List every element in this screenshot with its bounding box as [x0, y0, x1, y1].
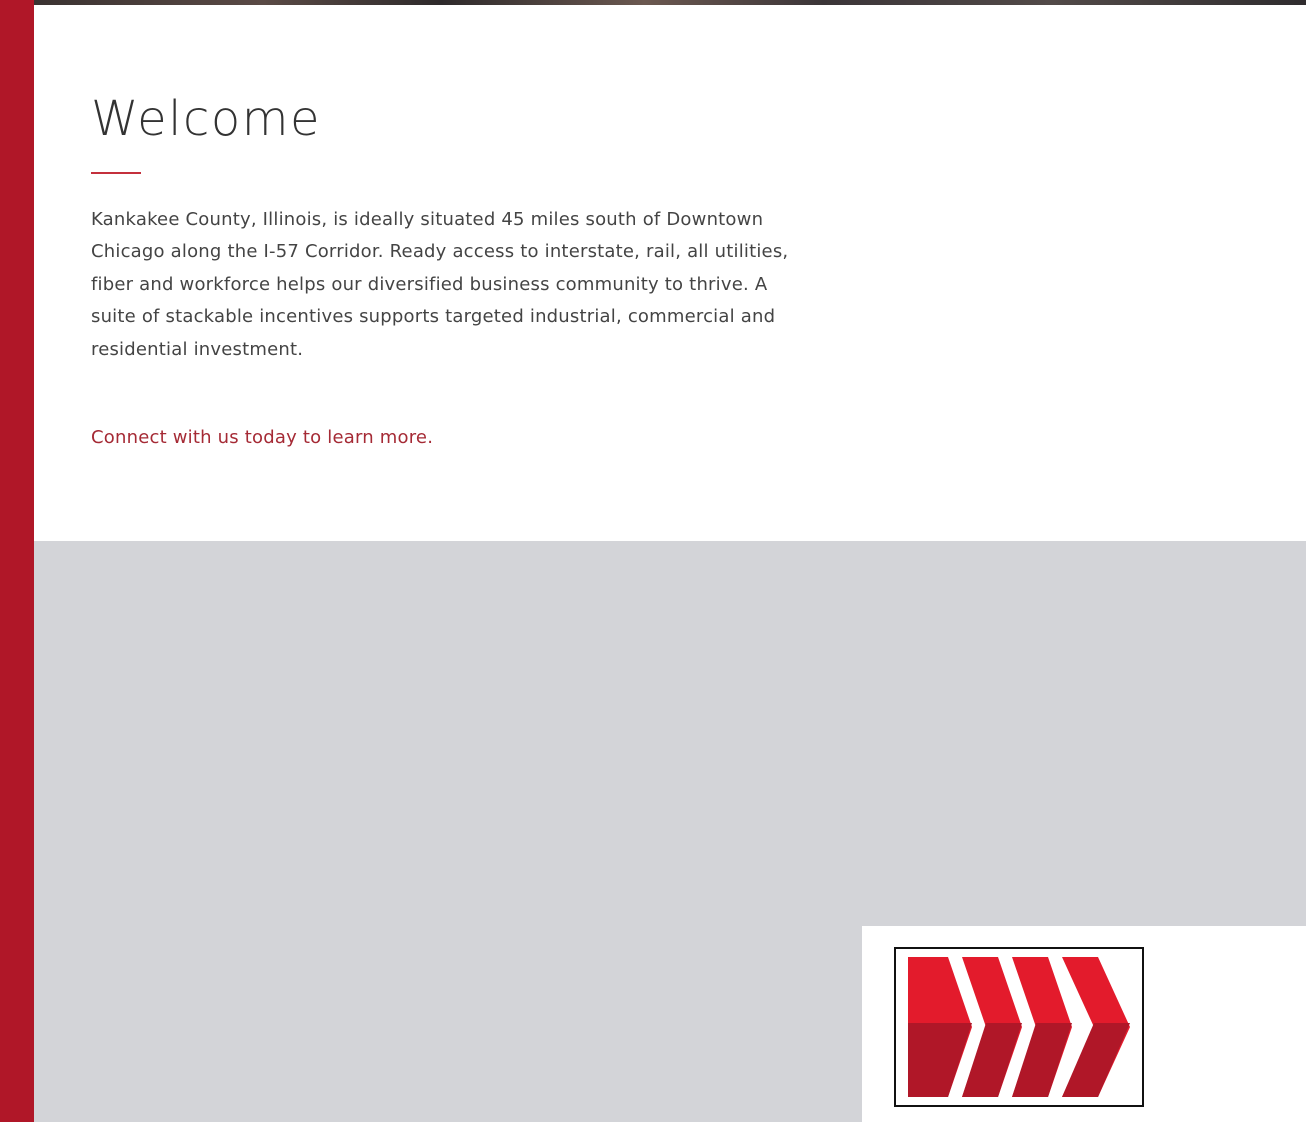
chevron-1-bottom	[908, 1023, 972, 1097]
chevron-2-bottom	[962, 1023, 1022, 1097]
chevron-4-bottom	[1062, 1023, 1130, 1097]
welcome-section: Welcome Kankakee County, Illinois, is id…	[34, 5, 1306, 541]
welcome-title: Welcome	[91, 91, 322, 147]
connect-link[interactable]: Connect with us today to learn more.	[91, 427, 433, 448]
page: Welcome Kankakee County, Illinois, is id…	[0, 0, 1306, 1122]
welcome-paragraph: Kankakee County, Illinois, is ideally si…	[91, 209, 789, 360]
brand-side-bar	[0, 0, 34, 1122]
logo-frame[interactable]	[894, 947, 1144, 1107]
logo-card	[862, 926, 1306, 1122]
title-underline	[91, 172, 141, 174]
chevron-arrows-logo-icon	[908, 957, 1130, 1097]
chevron-3-bottom	[1012, 1023, 1072, 1097]
